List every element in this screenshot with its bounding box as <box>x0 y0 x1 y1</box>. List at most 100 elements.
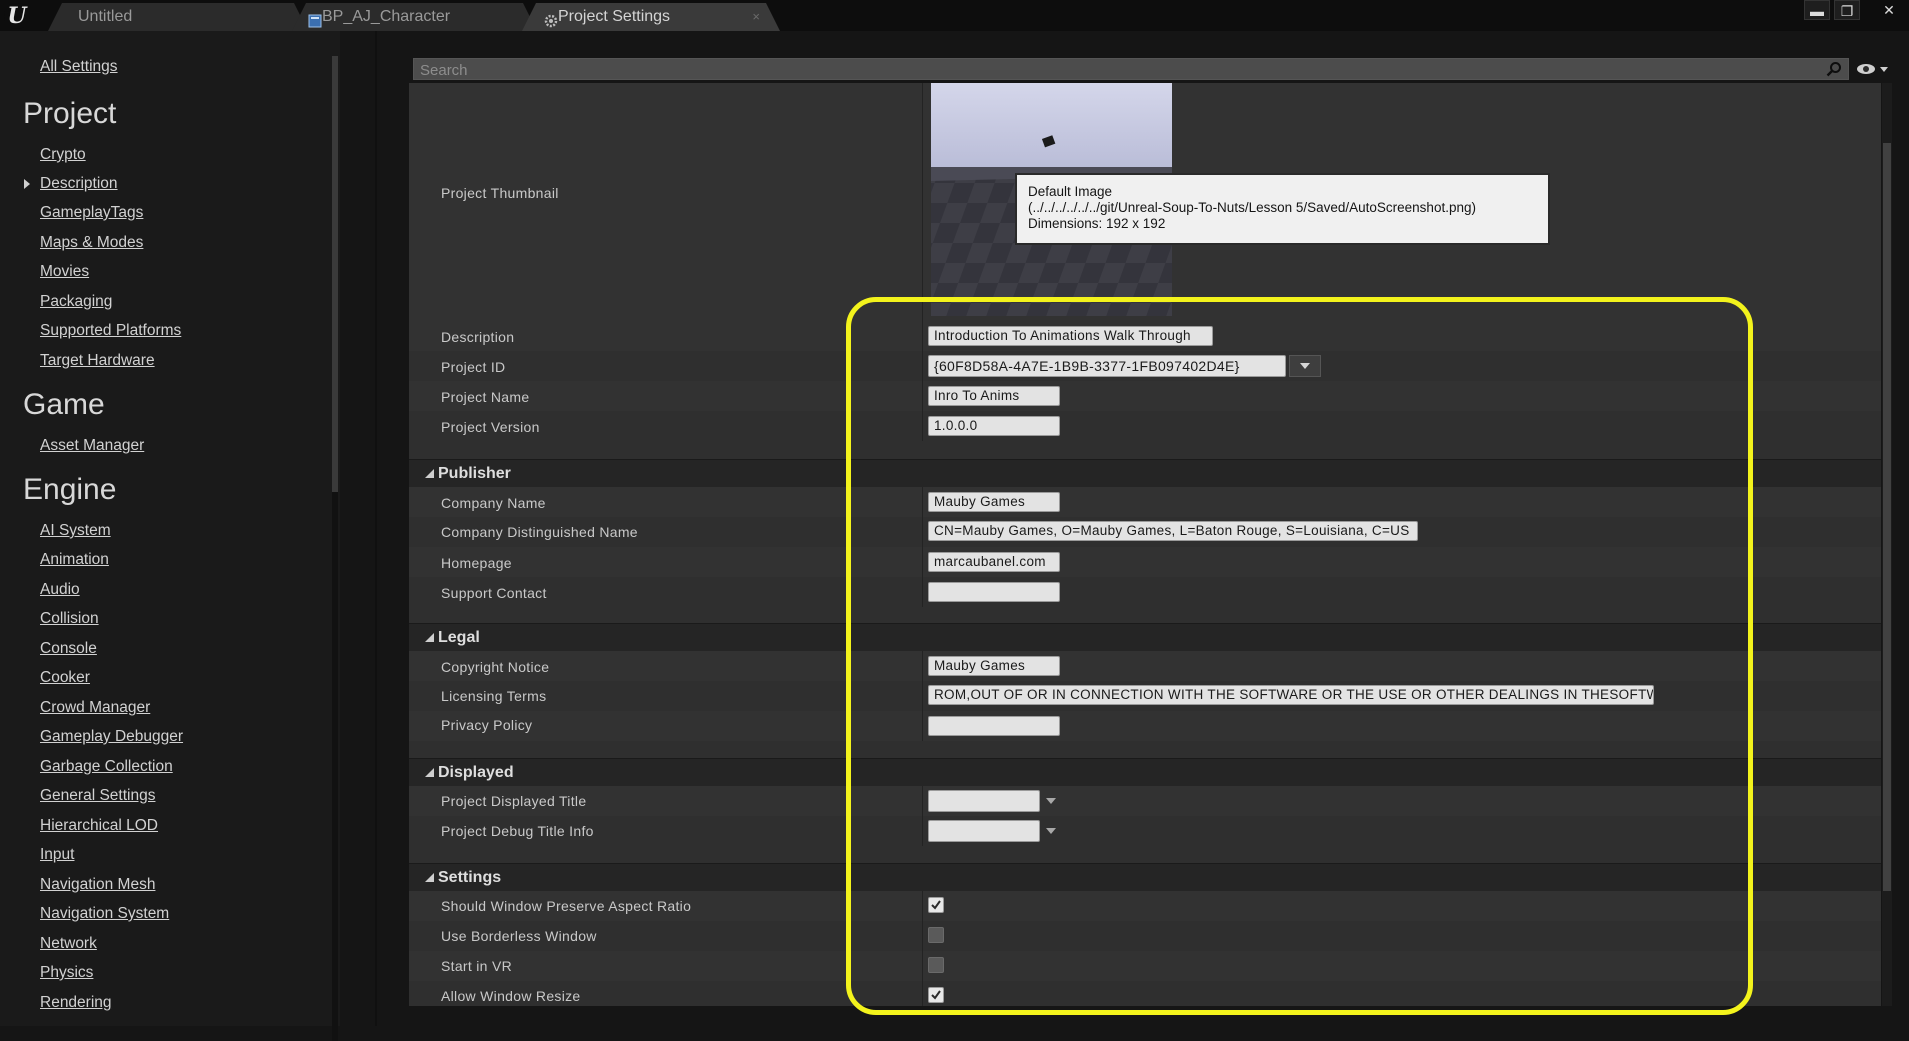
sidebar-item-input[interactable]: Input <box>40 846 74 864</box>
allow-resize-label: Allow Window Resize <box>441 988 581 1004</box>
sidebar-item-collision[interactable]: Collision <box>40 610 99 628</box>
tab-project-settings[interactable]: Project Settings × <box>522 3 780 31</box>
borderless-checkbox[interactable] <box>928 927 944 943</box>
company-dn-row: Company Distinguished Name CN=Mauby Game… <box>409 517 1881 547</box>
project-id-field[interactable]: {60F8D58A-4A7E-1B9B-3377-1FB097402D4E} <box>928 355 1286 377</box>
chevron-down-icon[interactable] <box>1046 798 1056 804</box>
privacy-row: Privacy Policy <box>409 711 1881 741</box>
sidebar-item-navigation-system[interactable]: Navigation System <box>40 905 169 923</box>
sidebar-item-target-hardware[interactable]: Target Hardware <box>40 352 155 370</box>
licensing-row: Licensing Terms ROM,OUT OF OR IN CONNECT… <box>409 681 1881 711</box>
sidebar-scrollbar-thumb[interactable] <box>332 56 338 492</box>
support-contact-label: Support Contact <box>441 585 547 601</box>
sidebar-heading-project: Project <box>23 97 117 130</box>
tooltip-title: Default Image <box>1028 184 1113 199</box>
section-settings[interactable]: Settings <box>409 863 1881 891</box>
sidebar-item-asset-manager[interactable]: Asset Manager <box>40 437 144 455</box>
sidebar-item-hierarchical-lod[interactable]: Hierarchical LOD <box>40 817 158 835</box>
copyright-label: Copyright Notice <box>441 659 550 675</box>
sidebar-item-movies[interactable]: Movies <box>40 263 89 281</box>
sidebar-item-gameplaytags[interactable]: GameplayTags <box>40 204 143 222</box>
sidebar-item-supported-platforms[interactable]: Supported Platforms <box>40 322 181 340</box>
sidebar-item-physics[interactable]: Physics <box>40 964 93 982</box>
sidebar-item-garbage-collection[interactable]: Garbage Collection <box>40 758 173 776</box>
project-id-label: Project ID <box>441 359 506 375</box>
sidebar-item-network[interactable]: Network <box>40 935 97 953</box>
sidebar-item-ai-system[interactable]: AI System <box>40 522 111 540</box>
project-name-field[interactable]: Inro To Anims <box>928 386 1060 406</box>
unreal-logo-icon[interactable]: U <box>4 3 30 29</box>
homepage-row: Homepage marcaubanel.com <box>409 547 1881 577</box>
sidebar-item-description[interactable]: Description <box>40 175 118 193</box>
company-name-label: Company Name <box>441 495 546 511</box>
details-panel: Project Thumbnail Default Image (../../.… <box>409 83 1881 1006</box>
tab-bp-aj-character[interactable]: BP_AJ_Character <box>292 3 537 31</box>
section-publisher[interactable]: Publisher <box>409 459 1881 487</box>
company-name-field[interactable]: Mauby Games <box>928 492 1060 512</box>
tab-project-settings-label: Project Settings <box>558 8 671 25</box>
sidebar-item-crypto[interactable]: Crypto <box>40 146 86 164</box>
project-version-row: Project Version 1.0.0.0 <box>409 411 1881 441</box>
displayed-title-label: Project Displayed Title <box>441 793 587 809</box>
search-box[interactable] <box>413 58 1849 81</box>
sidebar-heading-engine: Engine <box>23 473 117 506</box>
allow-resize-checkbox[interactable] <box>928 987 944 1003</box>
project-thumbnail-label: Project Thumbnail <box>441 185 559 201</box>
section-settings-title: Settings <box>438 869 502 886</box>
project-thumbnail-row: Project Thumbnail Default Image (../../.… <box>409 83 1881 321</box>
project-id-generate-button[interactable] <box>1289 355 1321 377</box>
debug-title-field[interactable] <box>928 820 1040 842</box>
view-options-eye-icon[interactable] <box>1856 60 1890 78</box>
company-dn-field[interactable]: CN=Mauby Games, O=Mauby Games, L=Baton R… <box>928 521 1418 541</box>
privacy-field[interactable] <box>928 716 1060 736</box>
sidebar-item-packaging[interactable]: Packaging <box>40 293 112 311</box>
project-version-field[interactable]: 1.0.0.0 <box>928 416 1060 436</box>
restore-button[interactable]: ❐ <box>1834 0 1860 20</box>
project-name-label: Project Name <box>441 389 530 405</box>
section-displayed[interactable]: Displayed <box>409 758 1881 786</box>
tab-untitled[interactable]: Untitled <box>48 3 308 31</box>
sidebar-item-audio[interactable]: Audio <box>40 581 80 599</box>
section-legal[interactable]: Legal <box>409 623 1881 651</box>
debug-title-label: Project Debug Title Info <box>441 823 594 839</box>
search-input[interactable] <box>414 59 1802 81</box>
sidebar-item-navigation-mesh[interactable]: Navigation Mesh <box>40 876 155 894</box>
licensing-label: Licensing Terms <box>441 688 547 704</box>
checkmark-icon <box>931 990 941 1000</box>
project-id-row: Project ID {60F8D58A-4A7E-1B9B-3377-1FB0… <box>409 351 1881 381</box>
start-vr-checkbox[interactable] <box>928 957 944 973</box>
description-row: Description Introduction To Animations W… <box>409 321 1881 351</box>
sidebar-item-gameplay-debugger[interactable]: Gameplay Debugger <box>40 728 183 746</box>
tab-untitled-label: Untitled <box>78 8 133 25</box>
sidebar-item-console[interactable]: Console <box>40 640 97 658</box>
displayed-title-row: Project Displayed Title <box>409 786 1881 816</box>
sidebar-item-general-settings[interactable]: General Settings <box>40 787 155 805</box>
thumbnail-tooltip: Default Image (../../../../../../git/Unr… <box>1015 173 1550 245</box>
copyright-field[interactable]: Mauby Games <box>928 656 1060 676</box>
search-icon[interactable] <box>1826 61 1842 77</box>
sidebar-item-all-settings[interactable]: All Settings <box>40 58 118 76</box>
tab-close-icon[interactable]: × <box>752 3 760 31</box>
sidebar-item-crowd-manager[interactable]: Crowd Manager <box>40 699 150 717</box>
licensing-field[interactable]: ROM,OUT OF OR IN CONNECTION WITH THE SOF… <box>928 685 1654 705</box>
preserve-aspect-checkbox[interactable] <box>928 897 944 913</box>
sidebar-item-rendering[interactable]: Rendering <box>40 994 112 1012</box>
company-dn-label: Company Distinguished Name <box>441 524 638 540</box>
project-name-row: Project Name Inro To Anims <box>409 381 1881 411</box>
selected-arrow-icon <box>24 179 30 189</box>
displayed-title-field[interactable] <box>928 790 1040 812</box>
chevron-down-icon[interactable] <box>1046 828 1056 834</box>
support-contact-field[interactable] <box>928 582 1060 602</box>
homepage-field[interactable]: marcaubanel.com <box>928 552 1060 572</box>
sidebar-item-cooker[interactable]: Cooker <box>40 669 90 687</box>
settings-gear-icon <box>544 10 558 24</box>
panel-splitter[interactable] <box>375 31 377 1026</box>
sidebar-item-maps-modes[interactable]: Maps & Modes <box>40 234 143 252</box>
preserve-aspect-label: Should Window Preserve Aspect Ratio <box>441 898 692 914</box>
sidebar-item-animation[interactable]: Animation <box>40 551 109 569</box>
close-window-button[interactable]: ✕ <box>1874 0 1904 20</box>
minimize-button[interactable]: ▬ <box>1804 0 1830 20</box>
description-field[interactable]: Introduction To Animations Walk Through <box>928 326 1213 346</box>
collapse-arrow-icon <box>425 768 434 777</box>
details-scrollbar-thumb[interactable] <box>1883 143 1891 891</box>
